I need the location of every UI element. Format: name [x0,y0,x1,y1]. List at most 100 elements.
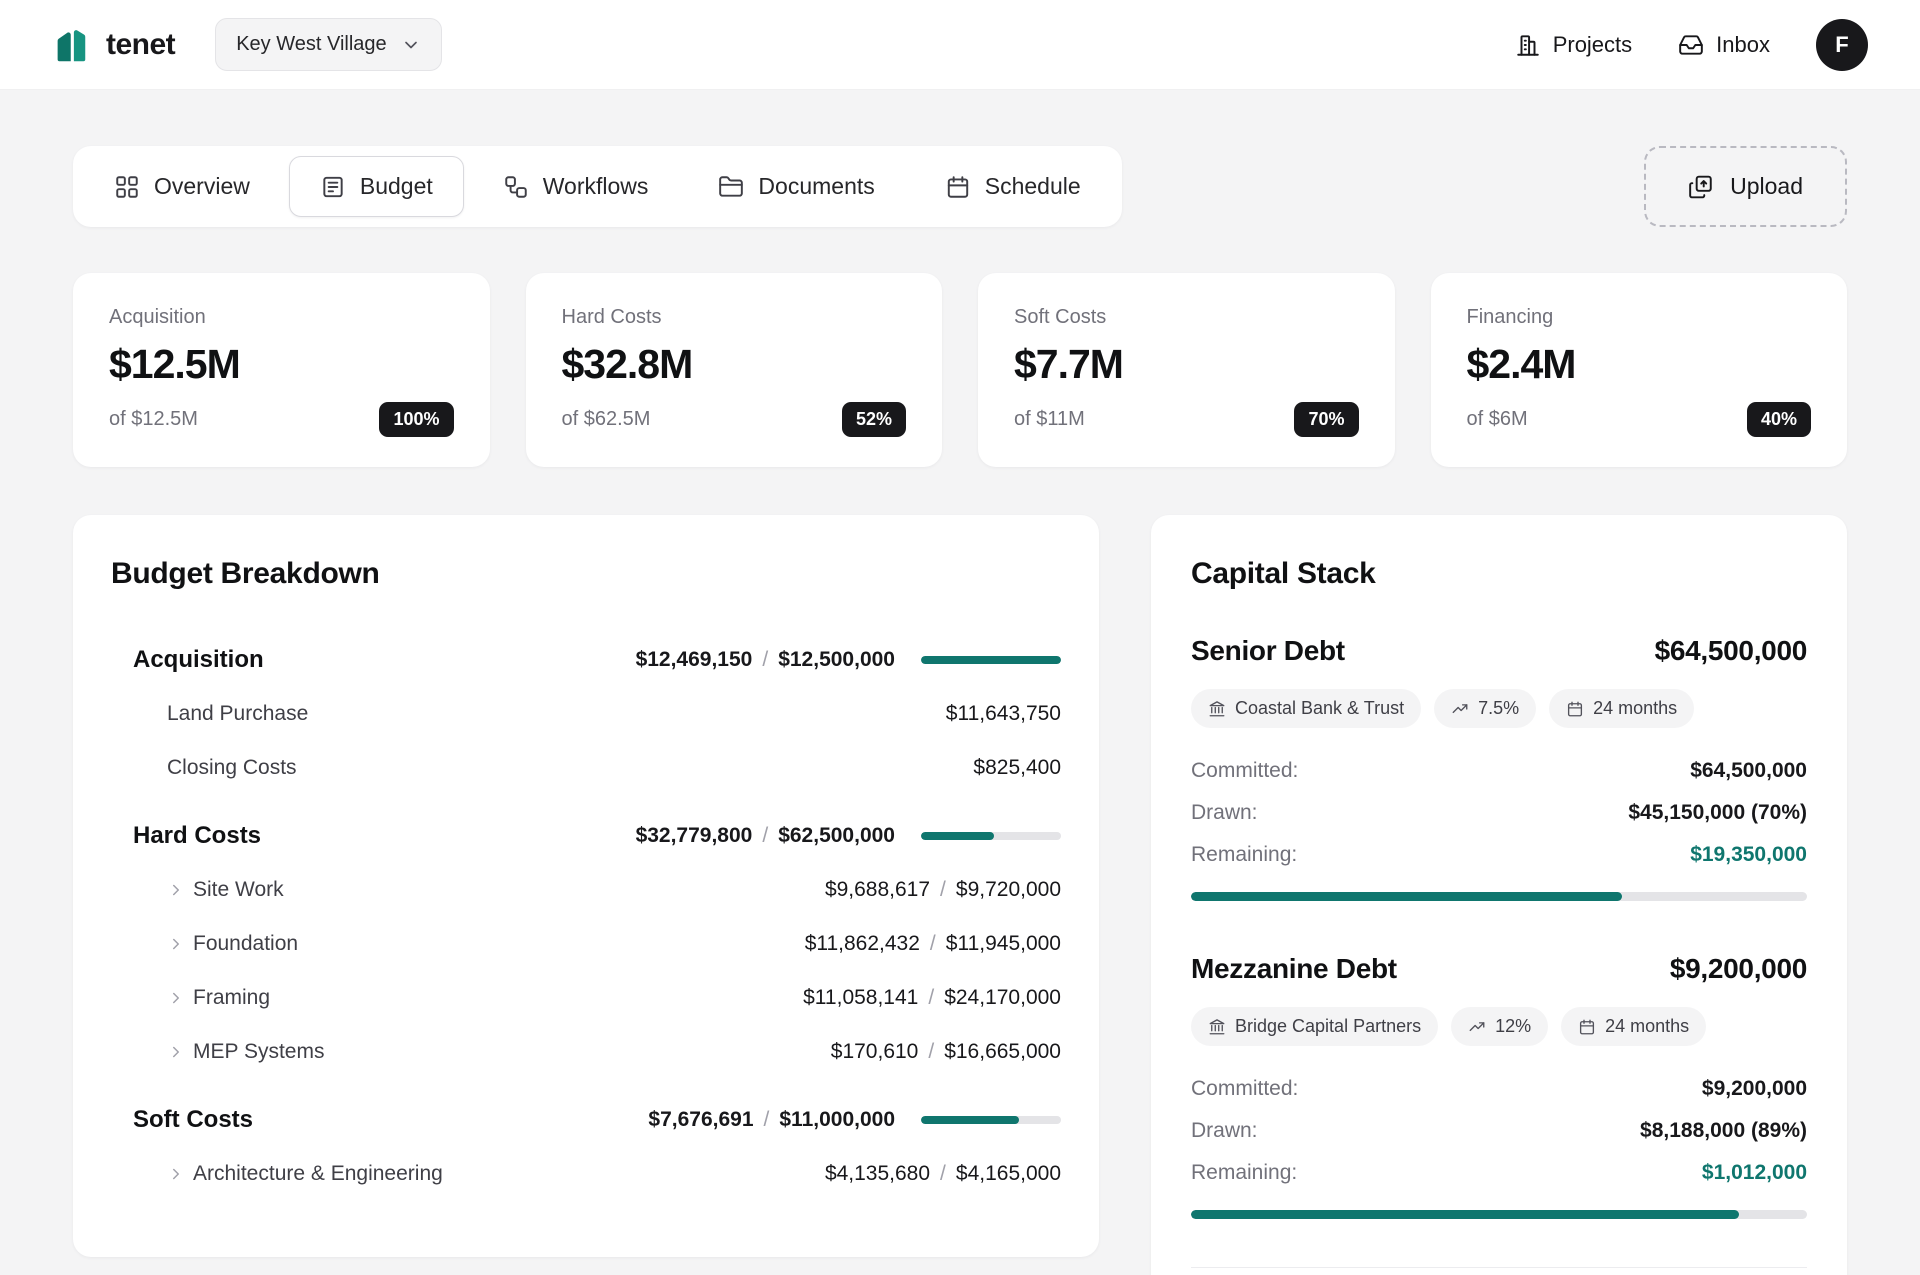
chevron-right-icon [167,881,185,899]
capital-stack-title: Capital Stack [1191,557,1807,591]
bank-icon [1208,700,1226,718]
stat-percent-badge: 52% [842,402,906,437]
nav-projects[interactable]: Projects [1515,32,1632,58]
tab-overview[interactable]: Overview [83,156,281,217]
upload-button[interactable]: Upload [1644,146,1847,227]
stat-label: Hard Costs [562,306,907,329]
amount-separator: / [940,1162,946,1185]
budget-item-row-site-work[interactable]: Site Work $9,688,617/$9,720,000 [111,863,1061,917]
tranche-amount: $64,500,000 [1655,635,1807,667]
stat-value: $2.4M [1467,341,1812,388]
chevron-right-icon [167,989,185,1007]
drawn-label: Drawn: [1191,801,1258,825]
spent-amount: $32,779,800 [636,824,753,847]
stat-label: Acquisition [109,306,454,329]
stat-card-soft-costs: Soft Costs $7.7M of $11M 70% [978,273,1395,467]
nav-inbox[interactable]: Inbox [1678,32,1770,58]
committed-value: $64,500,000 [1690,759,1807,783]
budget-item-row-mep-systems[interactable]: MEP Systems $170,610 / $16,665,000 [111,1025,1061,1079]
total-amount: $24,170,000 [944,986,1061,1009]
grid-icon [114,174,140,200]
tab-schedule[interactable]: Schedule [914,156,1112,217]
calendar-icon [945,174,971,200]
capital-stack-card: Capital Stack Senior Debt $64,500,000 Co… [1151,515,1847,1275]
remaining-label: Remaining: [1191,1161,1297,1185]
tab-documents[interactable]: Documents [687,156,905,217]
budget-item-amount: $11,643,750 [946,702,1061,726]
stat-of-total: of $11M [1014,408,1085,431]
lender-badge: Bridge Capital Partners [1191,1007,1438,1046]
budget-category-row-acquisition[interactable]: Acquisition $12,469,150/$12,500,000 [111,633,1061,687]
tenet-logo-icon [52,25,92,65]
upload-icon [1688,174,1714,200]
project-selector[interactable]: Key West Village [215,18,441,71]
folder-icon [718,174,744,200]
budget-item-row-architecture-engineering[interactable]: Architecture & Engineering $4,135,680/$4… [111,1147,1061,1201]
trending-up-icon [1468,1018,1486,1036]
budget-category-label: Soft Costs [133,1106,648,1134]
main-content-row: Budget Breakdown Acquisition $12,469,150… [73,515,1847,1275]
budget-item-row-foundation[interactable]: Foundation $11,862,432 / $11,945,000 [111,917,1061,971]
budget-item-label: Foundation [193,932,805,956]
avatar[interactable]: F [1816,19,1868,71]
budget-item-label: Site Work [193,878,825,902]
header-left: tenet Key West Village [52,18,442,71]
tranche-details: Committed: $64,500,000 Drawn: $45,150,00… [1191,750,1807,876]
term-badge: 24 months [1549,689,1694,728]
spent-amount: $11,058,141 [803,986,918,1009]
budget-category-row-hard-costs[interactable]: Hard Costs $32,779,800/$62,500,000 [111,809,1061,863]
spent-amount: $7,676,691 [648,1108,753,1131]
stat-label: Soft Costs [1014,306,1359,329]
budget-category-amounts: $32,779,800/$62,500,000 [636,824,895,848]
remaining-label: Remaining: [1191,843,1297,867]
tranche-senior-debt: Senior Debt $64,500,000 Coastal Bank & T… [1191,635,1807,901]
amount-separator: / [940,878,946,901]
project-selector-value: Key West Village [236,33,386,56]
amount-separator: / [930,932,936,955]
tab-budget[interactable]: Budget [289,156,464,217]
spent-amount: $11,862,432 [805,932,920,955]
budget-category-label: Hard Costs [133,822,636,850]
amount-separator: / [928,1040,934,1063]
spent-amount: $12,469,150 [636,648,753,671]
committed-value: $9,200,000 [1702,1077,1807,1101]
category-progress-bar [921,1116,1061,1124]
stat-of-total: of $62.5M [562,408,651,431]
drawn-label: Drawn: [1191,1119,1258,1143]
calendar-icon [1578,1018,1596,1036]
budget-category-amounts: $7,676,691/$11,000,000 [648,1108,895,1132]
budget-item-label: MEP Systems [193,1040,831,1064]
avatar-initial: F [1835,32,1848,58]
amount-separator: / [928,986,934,1009]
budget-category-row-soft-costs[interactable]: Soft Costs $7,676,691/$11,000,000 [111,1093,1061,1147]
drawn-value: $45,150,000 (70%) [1628,801,1807,825]
total-amount: $62,500,000 [778,824,895,847]
trending-up-icon [1451,700,1469,718]
workflow-icon [503,174,529,200]
header-right: Projects Inbox F [1469,19,1868,71]
total-amount: $16,665,000 [944,1040,1061,1063]
tab-budget-label: Budget [360,173,433,200]
budget-item-row-framing[interactable]: Framing $11,058,141/$24,170,000 [111,971,1061,1025]
tab-workflows[interactable]: Workflows [472,156,680,217]
budget-item-row-closing-costs: Closing Costs $825,400 [111,741,1061,795]
budget-item-amounts: $11,058,141 / $24,170,000 [803,986,1061,1010]
budget-item-amounts: $170,610 / $16,665,000 [831,1040,1061,1064]
stat-of-total: of $6M [1467,408,1528,431]
tabs-row: Overview Budget Workflows Documents [73,146,1847,227]
tranche-name: Mezzanine Debt [1191,953,1397,985]
budget-item-label: Closing Costs [167,756,973,780]
total-amount: $12,500,000 [778,648,895,671]
spent-amount: $170,610 [831,1040,919,1063]
total-amount: $4,165,000 [956,1162,1061,1185]
tranche-name: Senior Debt [1191,635,1345,667]
amount-separator: / [762,648,768,671]
budget-item-amounts: $11,862,432 / $11,945,000 [805,932,1061,956]
rate-badge: 7.5% [1434,689,1536,728]
tab-workflows-label: Workflows [543,173,649,200]
tranche-amount: $9,200,000 [1670,953,1807,985]
stat-value: $7.7M [1014,341,1359,388]
lender-name: Bridge Capital Partners [1235,1016,1421,1037]
total-amount: $11,945,000 [946,932,1061,955]
stat-value: $32.8M [562,341,907,388]
